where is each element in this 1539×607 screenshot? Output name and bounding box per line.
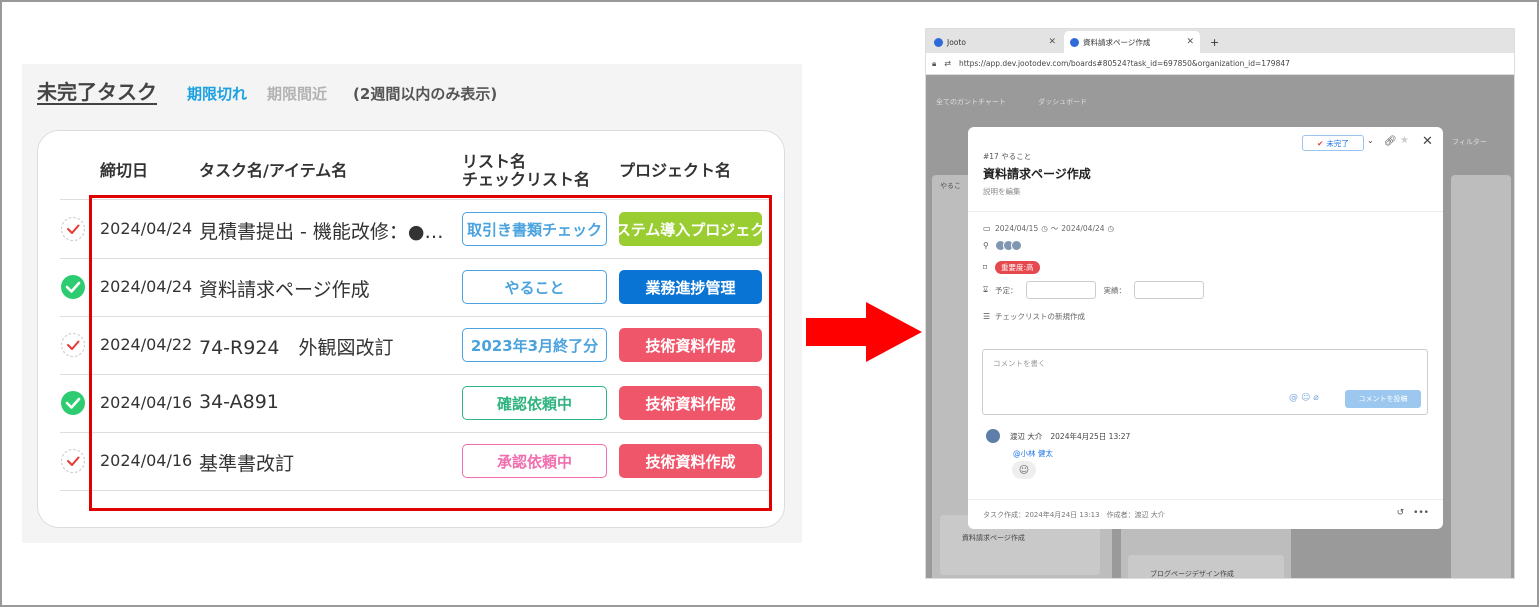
close-tab-icon[interactable]: ✕ <box>1048 37 1056 47</box>
browser-tab-label: Jooto <box>947 37 966 47</box>
board-column <box>1451 175 1511 578</box>
incomplete-check-icon[interactable] <box>60 448 86 474</box>
browser-tab-bar: Jooto ✕ 資料請求ページ作成 ✕ + <box>926 29 1514 53</box>
user-icon: ⚲ <box>983 241 989 250</box>
close-tab-icon[interactable]: ✕ <box>1186 37 1194 47</box>
clock-icon: ◷ <box>1041 224 1048 233</box>
column-header-list-line1: リスト名 <box>462 152 527 171</box>
assignee-row[interactable]: ⚲ <box>983 240 1022 251</box>
column-header-list-line2: チェックリスト名 <box>462 170 591 189</box>
start-date[interactable]: 2024/04/15 <box>995 224 1038 233</box>
checklist-row[interactable]: ☰ チェックリストの新規作成 <box>983 311 1085 322</box>
divider <box>968 211 1443 212</box>
comment-box[interactable]: コメントを書く @☺⌀ コメントを投稿 <box>982 349 1428 415</box>
comment-placeholder: コメントを書く <box>993 359 1046 368</box>
column-header-project: プロジェクト名 <box>619 161 732 180</box>
footer-actions: ↺ ••• <box>1397 508 1429 518</box>
column-header-task: タスク名/アイテム名 <box>199 161 348 180</box>
incomplete-check-icon[interactable] <box>60 332 86 358</box>
incomplete-check-icon[interactable] <box>60 216 86 242</box>
new-checklist-link[interactable]: チェックリストの新規作成 <box>995 311 1085 322</box>
close-icon[interactable]: ✕ <box>1422 134 1433 149</box>
status-label: 未完了 <box>1326 138 1349 148</box>
browser-window: Jooto ✕ 資料請求ページ作成 ✕ + 🔒︎ ⇄ https://app.d… <box>925 28 1515 579</box>
divider <box>968 499 1443 500</box>
jooto-favicon-icon <box>934 37 943 47</box>
column-header-list: リスト名 チェックリスト名 <box>462 153 590 189</box>
post-comment-button[interactable]: コメントを投稿 <box>1345 390 1421 408</box>
end-date[interactable]: 2024/04/24 <box>1061 224 1104 233</box>
task-breadcrumb[interactable]: #17 やること <box>983 151 1031 162</box>
tab-overdue[interactable]: 期限切れ <box>187 83 247 104</box>
date-separator: ～ <box>1050 224 1059 233</box>
browser-tab-task[interactable]: 資料請求ページ作成 ✕ <box>1064 31 1200 53</box>
board-column-title: やるこ <box>940 182 961 190</box>
comment-mention[interactable]: @小林 健太 <box>1013 448 1053 459</box>
two-weeks-note: (2週間以内のみ表示) <box>353 85 498 103</box>
label-row[interactable]: ⌑ 重要度:高 <box>983 261 1040 274</box>
nav-dashboard[interactable]: ダッシュボード <box>1038 98 1087 106</box>
board-nav: 全てのガントチャート ダッシュボード <box>936 97 1087 107</box>
nav-all-gantt[interactable]: 全てのガントチャート <box>936 98 1006 106</box>
avatar <box>986 429 1000 443</box>
attach-icon[interactable]: ⌀ <box>1313 393 1321 403</box>
jooto-favicon-icon <box>1070 37 1079 47</box>
hours-icon: ⌛︎ <box>983 285 989 294</box>
filter-button[interactable]: フィルター <box>1452 137 1487 147</box>
highlight-box <box>89 195 772 511</box>
link-icon[interactable]: 🔗︎ <box>1384 136 1397 147</box>
comment-user-name: 渡辺 大介 <box>1010 431 1043 441</box>
edit-description-link[interactable]: 説明を編集 <box>983 186 1021 197</box>
tune-icon[interactable]: ⇄ <box>944 59 951 68</box>
list-icon: ☰ <box>983 312 991 321</box>
board-card[interactable]: ブログページデザイン作成 <box>1128 555 1284 578</box>
task-title[interactable]: 資料請求ページ作成 <box>983 165 1091 182</box>
bookmark-icon: ⌑ <box>983 263 988 272</box>
mention-icon[interactable]: @ <box>1289 393 1301 403</box>
comment-author: 渡辺 大介 2024年4月25日 13:27 <box>986 429 1130 443</box>
task-created-info: タスク作成：2024年4月24日 13:13 作成者：渡辺 大介 <box>983 511 1165 519</box>
browser-tab-jooto[interactable]: Jooto ✕ <box>928 31 1062 53</box>
tab-near-deadline[interactable]: 期限間近 <box>267 83 327 104</box>
arrow-shape <box>806 302 922 362</box>
comment-timestamp: 2024年4月25日 13:27 <box>1050 431 1131 441</box>
avatar <box>1011 240 1022 251</box>
site-info-icon[interactable]: 🔒︎ <box>932 59 936 69</box>
emoji-icon[interactable]: ☺ <box>1301 393 1313 403</box>
actual-label: 実績： <box>1103 285 1127 295</box>
plan-label: 予定： <box>995 285 1018 295</box>
chevron-down-icon[interactable]: ⌄ <box>1367 136 1374 145</box>
board-card-title: 資料請求ページ作成 <box>962 534 1025 542</box>
status-dropdown[interactable]: ✔ 未完了 <box>1302 135 1364 151</box>
history-icon[interactable]: ↺ <box>1397 508 1405 518</box>
check-icon: ✔ <box>1317 138 1324 148</box>
hours-row: ⌛︎ 予定： 実績： <box>983 281 1212 299</box>
column-header-deadline: 締切日 <box>100 161 149 180</box>
importance-badge[interactable]: 重要度:高 <box>995 261 1040 274</box>
clock-icon: ◷ <box>1107 224 1115 233</box>
actual-hours-input[interactable] <box>1134 281 1204 299</box>
board-card-title: ブログページデザイン作成 <box>1150 570 1234 578</box>
panel-header: 未完了タスク 期限切れ 期限間近 (2週間以内のみ表示) <box>37 76 497 106</box>
right-arrow-icon <box>806 302 922 362</box>
more-icon[interactable]: ••• <box>1413 508 1429 518</box>
calendar-icon: ▭ <box>983 224 991 233</box>
new-tab-button[interactable]: + <box>1204 31 1224 53</box>
url-text[interactable]: https://app.dev.jootodev.com/boards#8052… <box>959 59 1290 68</box>
comment-tools: @☺⌀ <box>1289 393 1322 403</box>
browser-tab-label: 資料請求ページ作成 <box>1083 37 1151 47</box>
star-icon[interactable]: ★ <box>1400 135 1409 146</box>
address-bar[interactable]: 🔒︎ ⇄ https://app.dev.jootodev.com/boards… <box>926 53 1514 75</box>
completed-check-icon[interactable] <box>60 274 86 300</box>
panel-title[interactable]: 未完了タスク <box>37 76 157 105</box>
task-detail-modal: ✔ 未完了 ⌄ 🔗︎ ★ ✕ #17 やること 資料請求ページ作成 説明を編集 … <box>968 127 1443 529</box>
plan-hours-input[interactable] <box>1025 281 1096 299</box>
add-reaction-icon[interactable]: ☺ <box>1012 461 1036 479</box>
completed-check-icon[interactable] <box>60 390 86 416</box>
date-row[interactable]: ▭ 2024/04/15 ◷ ～ 2024/04/24 ◷ <box>983 223 1114 234</box>
